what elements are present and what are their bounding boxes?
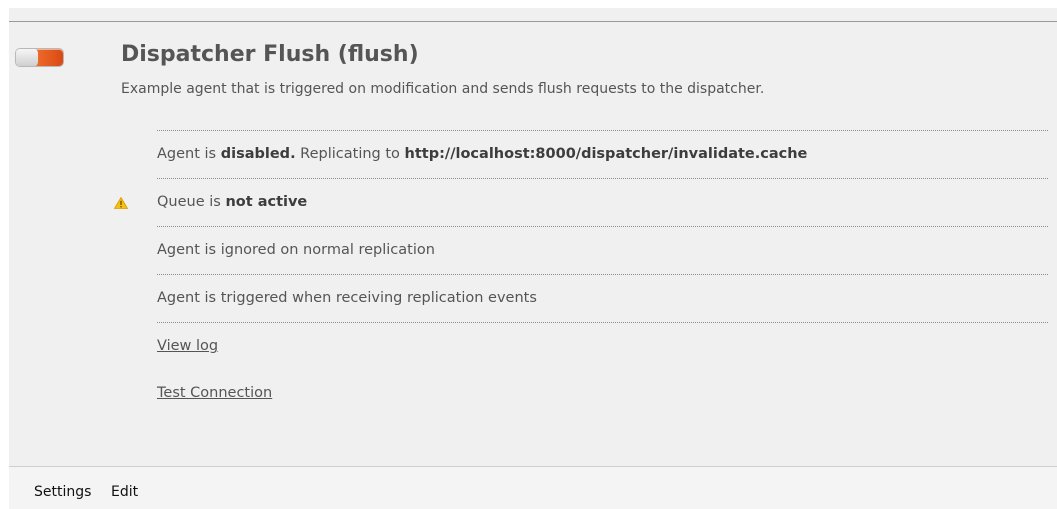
status-agent-state: disabled.	[220, 146, 296, 162]
status-row-agent: Agent is disabled. Replicating to http:/…	[157, 130, 1048, 178]
status-queue-state: not active	[225, 194, 308, 210]
view-log-link[interactable]: View log	[157, 338, 218, 354]
test-connection-link[interactable]: Test Connection	[157, 385, 272, 401]
top-divider	[9, 21, 1057, 22]
agent-title: Dispatcher Flush (flush)	[121, 42, 419, 67]
bottom-toolbar	[9, 466, 1057, 509]
status-row-test-connection: Test Connection	[157, 370, 1048, 417]
status-triggered-text: Agent is triggered when receiving replic…	[157, 290, 537, 306]
status-row-view-log: View log	[157, 322, 1048, 370]
status-row-ignored: Agent is ignored on normal replication	[157, 226, 1048, 274]
edit-button[interactable]: Edit	[111, 484, 138, 500]
agent-status-toggle[interactable]	[16, 49, 63, 66]
agent-description: Example agent that is triggered on modif…	[121, 81, 765, 97]
status-agent-url: http://localhost:8000/dispatcher/invalid…	[404, 146, 808, 162]
status-ignored-text: Agent is ignored on normal replication	[157, 242, 435, 258]
toggle-knob	[16, 49, 38, 66]
status-agent-prefix: Agent is	[157, 146, 221, 162]
warning-icon	[114, 197, 128, 209]
status-row-queue: Queue is not active	[157, 178, 1048, 226]
status-agent-middle: Replicating to	[295, 146, 405, 162]
settings-button[interactable]: Settings	[34, 484, 91, 500]
status-row-triggered: Agent is triggered when receiving replic…	[157, 274, 1048, 322]
status-queue-prefix: Queue is	[157, 194, 226, 210]
